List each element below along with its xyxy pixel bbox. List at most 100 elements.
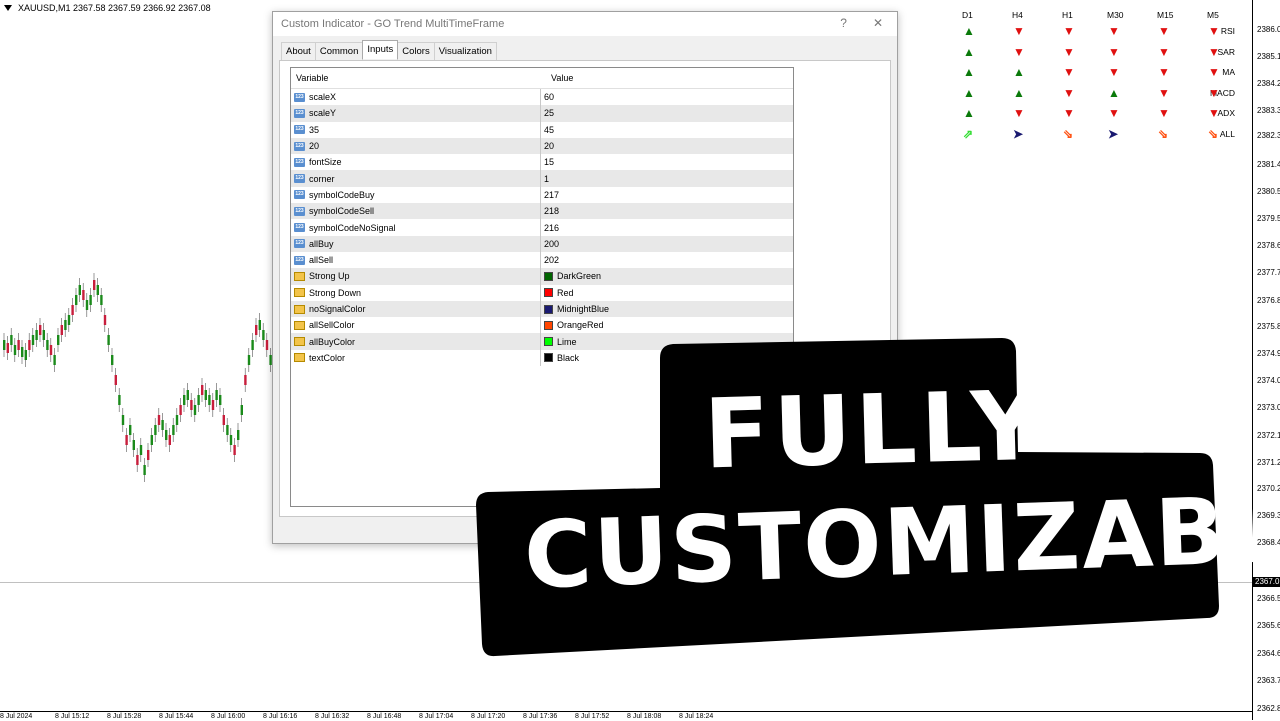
value-cell[interactable]: DarkGreen: [541, 271, 601, 281]
help-button[interactable]: ?: [840, 16, 847, 30]
candle-body: [13, 345, 17, 355]
candle-body: [161, 420, 164, 430]
input-row[interactable]: 123 35 45: [291, 121, 793, 138]
candle-body: [244, 375, 247, 385]
candle-body: [193, 405, 197, 415]
candle-body: [125, 435, 128, 445]
close-button[interactable]: ✕: [873, 16, 883, 30]
integer-icon: 123: [294, 174, 305, 184]
variable-value: OrangeRed: [557, 320, 604, 331]
variable-value: 20: [544, 141, 555, 152]
value-cell[interactable]: Black: [541, 353, 579, 363]
candle-body: [215, 390, 218, 400]
variable-cell: 123 corner: [291, 170, 541, 187]
time-tick-label: 8 Jul 15:28: [107, 713, 142, 720]
input-row[interactable]: 123 symbolCodeNoSignal 216: [291, 219, 793, 236]
value-cell[interactable]: Red: [541, 288, 574, 298]
candle-body: [251, 340, 254, 350]
variable-name: allSellColor: [309, 320, 355, 331]
column-header-value[interactable]: Value: [546, 73, 573, 83]
variable-value: 15: [544, 157, 555, 168]
input-row[interactable]: 123 allSell 202: [291, 251, 793, 269]
arrow-down-icon: ▼: [1208, 65, 1220, 79]
variable-value: MidnightBlue: [557, 304, 610, 314]
input-row[interactable]: 123 scaleX 60: [291, 89, 793, 106]
timeframe-header: M15: [1157, 10, 1174, 20]
value-cell[interactable]: 25: [541, 108, 554, 118]
tab-about[interactable]: About: [281, 42, 316, 61]
tab-colors[interactable]: Colors: [397, 42, 435, 61]
price-tick-label: 2377.7: [1257, 268, 1280, 277]
color-swatch: [544, 271, 553, 281]
price-axis: 2386.0 2385.1 2384.2 2383.3 2382.3 2381.4 2380…: [1252, 0, 1280, 720]
candle-body: [219, 395, 222, 405]
time-tick-label: 8 Jul 17:20: [471, 713, 506, 720]
input-row[interactable]: allSellColor OrangeRed: [291, 317, 793, 334]
candle-body: [186, 390, 189, 400]
input-row[interactable]: textColor Black: [291, 349, 793, 367]
signals-table: D1 H4 H1 M30 M15 M5 RSI SAR MA MACD ADX ALL ▲ ▼ ▼ ▼ ▼ ▼ ▲ ▼…: [945, 10, 1245, 150]
price-tick-label: 2382.3: [1257, 131, 1280, 140]
price-tick-label: 2362.8: [1257, 704, 1280, 713]
column-header-variable[interactable]: Variable: [291, 73, 546, 83]
input-row[interactable]: allBuyColor Lime: [291, 333, 793, 350]
candle-body: [78, 285, 81, 295]
arrow-down-icon: ▼: [1158, 44, 1170, 59]
value-cell[interactable]: 15: [541, 157, 554, 167]
value-cell[interactable]: 202: [541, 255, 559, 265]
value-cell[interactable]: 216: [541, 223, 559, 233]
input-row[interactable]: Strong Up DarkGreen: [291, 268, 793, 285]
color-param-icon: [294, 304, 305, 314]
price-tick-label: 2379.5: [1257, 214, 1280, 223]
value-cell[interactable]: 20: [541, 141, 554, 151]
price-tick-label: 2363.7: [1257, 676, 1280, 685]
value-cell[interactable]: 45: [541, 125, 554, 135]
input-row[interactable]: 123 allBuy 200: [291, 235, 793, 252]
candle-body: [96, 285, 99, 295]
candle-body: [6, 343, 9, 353]
input-row[interactable]: 123 fontSize 15: [291, 154, 793, 171]
value-cell[interactable]: 200: [541, 239, 559, 249]
variable-name: scaleX: [309, 92, 337, 103]
variable-cell: Strong Down: [291, 284, 541, 301]
input-row[interactable]: noSignalColor MidnightBlue: [291, 300, 793, 318]
variable-cell: 123 scaleY: [291, 105, 541, 122]
input-row[interactable]: Strong Down Red: [291, 284, 793, 301]
value-cell[interactable]: 217: [541, 190, 559, 200]
candle-body: [197, 395, 200, 405]
value-cell[interactable]: 1: [541, 174, 549, 184]
candle-body: [132, 440, 135, 450]
value-cell[interactable]: MidnightBlue: [541, 304, 609, 314]
variable-name: noSignalColor: [309, 304, 366, 314]
price-tick-label: 2366.5: [1257, 594, 1280, 603]
tab-inputs[interactable]: Inputs: [362, 40, 399, 59]
all-sell-arrow-icon: ⇘: [1208, 126, 1219, 141]
value-cell[interactable]: 218: [541, 206, 559, 216]
price-tick-label: 2385.1: [1257, 52, 1280, 61]
input-row[interactable]: 123 scaleY 25: [291, 105, 793, 122]
input-row[interactable]: 123 corner 1: [291, 170, 793, 187]
arrow-down-icon: ▼: [1208, 24, 1220, 38]
input-row[interactable]: 123 symbolCodeBuy 217: [291, 186, 793, 204]
candle-body: [129, 425, 132, 435]
value-cell[interactable]: Lime: [541, 337, 577, 347]
candle-body: [118, 395, 121, 405]
variable-name: allBuy: [309, 238, 334, 249]
color-param-icon: [294, 288, 305, 298]
tab-visualization[interactable]: Visualization: [433, 42, 497, 61]
time-tick-label: 8 Jul 16:32: [315, 713, 350, 720]
candle-body: [237, 430, 240, 440]
input-row[interactable]: 123 20 20: [291, 137, 793, 155]
input-row[interactable]: 123 symbolCodeSell 218: [291, 203, 793, 220]
candle-body: [147, 450, 150, 460]
tab-common[interactable]: Common: [314, 42, 364, 61]
candle-body: [17, 340, 20, 350]
price-tick-label: 2376.8: [1257, 296, 1280, 305]
variable-cell: 123 fontSize: [291, 154, 541, 171]
value-cell[interactable]: OrangeRed: [541, 320, 604, 330]
time-tick-label: 8 Jul 2024: [0, 713, 33, 720]
candle-body: [75, 295, 78, 305]
value-cell[interactable]: 60: [541, 92, 554, 102]
variable-value: Lime: [557, 336, 577, 347]
integer-icon: 123: [294, 206, 305, 216]
